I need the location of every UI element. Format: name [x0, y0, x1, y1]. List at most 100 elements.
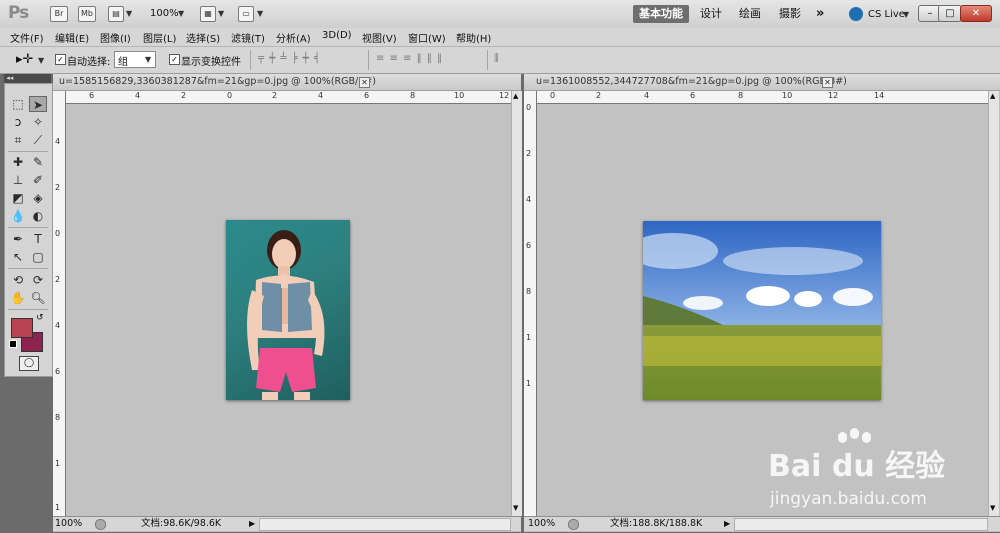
scroll-down-icon[interactable]: ▼: [513, 504, 518, 512]
horizontal-ruler[interactable]: 0 2 4 6 8 10 12 14: [536, 91, 988, 104]
maximize-button[interactable]: □: [938, 5, 962, 22]
status-info-icon[interactable]: [95, 519, 106, 530]
arrange-documents-button[interactable]: ▦: [200, 6, 216, 22]
divider: [8, 151, 48, 152]
tools-panel-collapse[interactable]: ◂◂: [4, 74, 51, 83]
blur-tool-icon[interactable]: 💧: [9, 208, 27, 224]
workspace-painting[interactable]: 绘画: [733, 5, 767, 23]
ruler-label: 12: [499, 91, 510, 100]
menu-3d[interactable]: 3D(D): [322, 30, 352, 41]
path-selection-tool-icon[interactable]: ↖: [9, 249, 27, 265]
scroll-down-icon[interactable]: ▼: [990, 504, 995, 512]
chevron-down-icon[interactable]: ▼: [257, 9, 263, 18]
horizontal-ruler[interactable]: 6 4 2 0 2 4 6 8 10 12: [65, 91, 511, 104]
dodge-tool-icon[interactable]: ◐: [29, 208, 47, 224]
move-tool-icon[interactable]: ➤: [29, 96, 47, 112]
ruler-label: 8: [410, 91, 416, 100]
auto-align-button[interactable]: ⫼: [494, 53, 500, 64]
chevron-down-icon[interactable]: ▼: [903, 10, 909, 19]
status-zoom[interactable]: 100%: [528, 517, 555, 531]
menu-view[interactable]: 视图(V): [362, 30, 397, 45]
ruler-label: 1: [526, 379, 532, 388]
auto-select-value: 组: [118, 57, 128, 68]
vertical-ruler[interactable]: 4 2 0 2 4 6 8 1 1: [53, 91, 66, 516]
lasso-tool-icon[interactable]: ↄ: [9, 114, 27, 130]
document-tab-1[interactable]: u=1585156829,3360381287&fm=21&gp=0.jpg @…: [53, 74, 521, 91]
menu-image[interactable]: 图像(I): [100, 30, 131, 45]
brush-tool-icon[interactable]: ✎: [29, 154, 47, 170]
document-title: u=1361008552,344727708&fm=21&gp=0.jpg @ …: [536, 76, 847, 87]
menu-layer[interactable]: 图层(L): [143, 30, 176, 45]
cs-live-button[interactable]: CS Live: [868, 9, 905, 20]
ruler-label: 1: [526, 333, 532, 342]
marquee-tool-icon[interactable]: ⬚: [9, 96, 27, 112]
chevron-down-icon[interactable]: ▼: [126, 9, 132, 18]
show-transform-checkbox[interactable]: ✓: [169, 54, 180, 65]
swap-colors-icon[interactable]: ↺: [36, 313, 44, 323]
status-info-icon[interactable]: [568, 519, 579, 530]
scroll-up-icon[interactable]: ▲: [990, 92, 995, 100]
menu-analysis[interactable]: 分析(A): [276, 30, 311, 45]
status-menu-arrow-icon[interactable]: ▶: [724, 517, 730, 531]
close-document-icon[interactable]: ✕: [359, 77, 370, 88]
divider: [8, 309, 48, 310]
horizontal-scrollbar[interactable]: [734, 518, 988, 531]
shape-tool-icon[interactable]: ▢: [29, 249, 47, 265]
divider: [8, 227, 48, 228]
close-document-icon[interactable]: ✕: [822, 77, 833, 88]
distribute-buttons[interactable]: ≡ ≡ ≡ ‖ ‖ ‖: [376, 53, 443, 64]
more-workspaces-button[interactable]: »: [810, 5, 830, 23]
eyedropper-tool-icon[interactable]: ⟋: [29, 132, 47, 148]
vertical-scrollbar[interactable]: ▲ ▼: [988, 91, 999, 516]
scroll-up-icon[interactable]: ▲: [513, 92, 518, 100]
menu-window[interactable]: 窗口(W): [408, 30, 446, 45]
3d-rotate-tool-icon[interactable]: ⟲: [9, 272, 27, 288]
view-extras-button[interactable]: ▤: [108, 6, 124, 22]
minibridge-button[interactable]: Mb: [78, 6, 96, 22]
menu-edit[interactable]: 编辑(E): [55, 30, 89, 45]
pen-tool-icon[interactable]: ✒: [9, 231, 27, 247]
zoom-level[interactable]: 100%: [150, 8, 179, 19]
history-brush-tool-icon[interactable]: ✐: [29, 172, 47, 188]
status-zoom[interactable]: 100%: [55, 517, 82, 531]
workspace-design[interactable]: 设计: [694, 5, 728, 23]
auto-select-dropdown[interactable]: 组 ▼: [114, 51, 156, 68]
magic-wand-tool-icon[interactable]: ✧: [29, 114, 47, 130]
auto-select-checkbox[interactable]: ✓: [55, 54, 66, 65]
vertical-scrollbar[interactable]: ▲ ▼: [511, 91, 522, 516]
hand-tool-icon[interactable]: ✋: [9, 290, 27, 306]
type-tool-icon[interactable]: T: [29, 231, 47, 247]
close-button[interactable]: ✕: [960, 5, 992, 22]
move-tool-preset-icon[interactable]: ▸✛: [16, 52, 33, 67]
healing-brush-tool-icon[interactable]: ✚: [9, 154, 27, 170]
status-doc-size: 文档:188.8K/188.8K: [610, 518, 703, 529]
clone-stamp-tool-icon[interactable]: ⊥: [9, 172, 27, 188]
status-menu-arrow-icon[interactable]: ▶: [249, 517, 255, 531]
chevron-down-icon: ▼: [145, 55, 152, 64]
foreground-color-swatch[interactable]: [11, 318, 33, 338]
crop-tool-icon[interactable]: ⌗: [9, 132, 27, 148]
menu-select[interactable]: 选择(S): [186, 30, 220, 45]
chevron-down-icon[interactable]: ▼: [178, 9, 184, 18]
document-tab-2[interactable]: u=1361008552,344727708&fm=21&gp=0.jpg @ …: [524, 74, 1000, 91]
workspace-essentials[interactable]: 基本功能: [633, 5, 689, 23]
chevron-down-icon[interactable]: ▼: [38, 56, 44, 65]
3d-orbit-tool-icon[interactable]: ⟳: [29, 272, 47, 288]
quick-mask-icon[interactable]: ◯: [19, 356, 39, 371]
menu-file[interactable]: 文件(F): [10, 30, 44, 45]
vertical-ruler[interactable]: 0 2 4 6 8 1 1: [524, 91, 537, 516]
screen-mode-button[interactable]: ▭: [238, 6, 254, 22]
chevron-down-icon[interactable]: ▼: [218, 9, 224, 18]
horizontal-scrollbar[interactable]: [259, 518, 511, 531]
eraser-tool-icon[interactable]: ◩: [9, 190, 27, 206]
paint-bucket-tool-icon[interactable]: ◈: [29, 190, 47, 206]
ruler-label: 10: [454, 91, 465, 100]
workspace-photography[interactable]: 摄影: [773, 5, 807, 23]
ruler-label: 4: [526, 195, 532, 204]
menu-help[interactable]: 帮助(H): [456, 30, 491, 45]
bridge-button[interactable]: Br: [50, 6, 68, 22]
zoom-tool-icon[interactable]: 🔍︎: [29, 290, 47, 306]
default-colors-icon[interactable]: [9, 340, 17, 348]
menu-filter[interactable]: 滤镜(T): [231, 30, 265, 45]
align-buttons[interactable]: ╤ ┿ ╧ ╞ ┿ ╡: [258, 53, 321, 64]
